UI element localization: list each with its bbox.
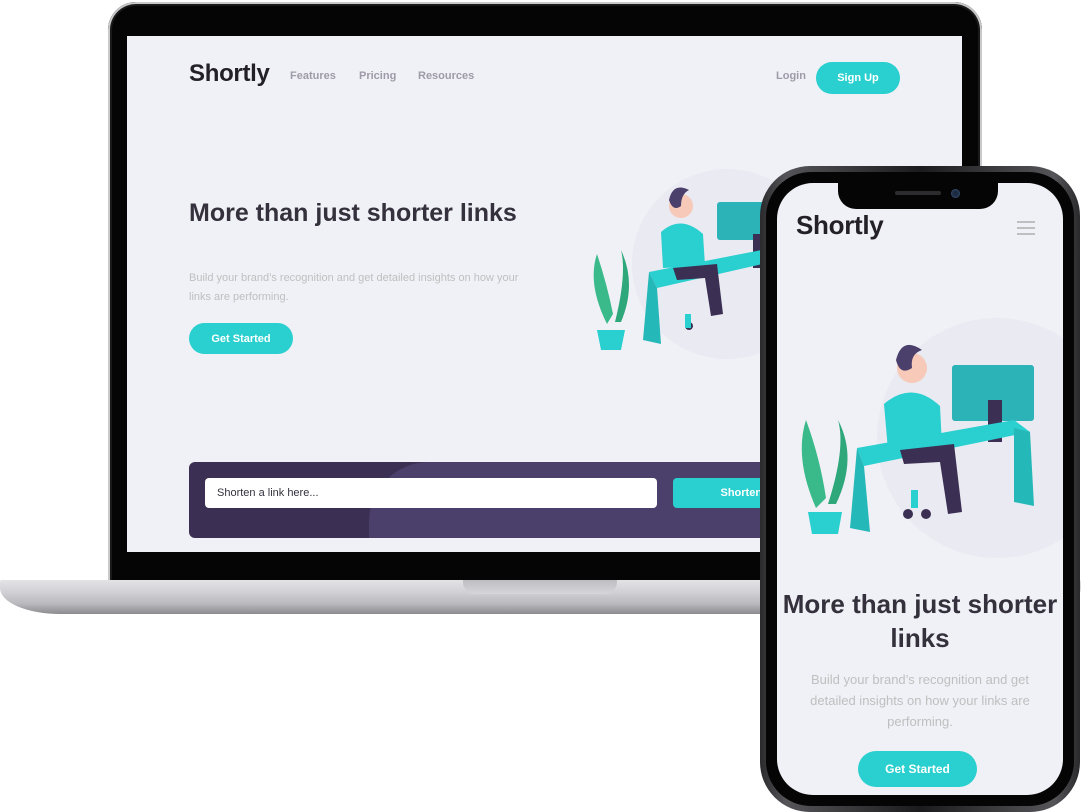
mobile-working-illustration: [801, 318, 1063, 558]
camera-icon: [951, 189, 960, 198]
laptop-notch: [463, 580, 617, 594]
mobile-subtext: Build your brand’s recognition and get d…: [810, 672, 1030, 729]
speaker-icon: [895, 191, 941, 195]
phone-notch: [838, 183, 998, 209]
shorten-input[interactable]: Shorten a link here...: [205, 478, 657, 508]
desktop-get-started-button[interactable]: Get Started: [189, 323, 293, 354]
signup-button[interactable]: Sign Up: [816, 62, 900, 94]
desktop-logo[interactable]: Shortly: [189, 60, 270, 88]
login-link[interactable]: Login: [776, 70, 806, 82]
mobile-get-started-button[interactable]: Get Started: [858, 751, 977, 787]
nav-pricing[interactable]: Pricing: [359, 70, 396, 82]
mobile-logo[interactable]: Shortly: [796, 210, 884, 241]
mobile-screen: Shortly More than just shorter links Bui…: [777, 183, 1063, 795]
mobile-headline: More than just shorter links: [782, 589, 1058, 653]
nav-features[interactable]: Features: [290, 70, 336, 82]
hamburger-menu-icon[interactable]: [1017, 221, 1035, 235]
nav-resources[interactable]: Resources: [418, 70, 474, 82]
desktop-subtext: Build your brand’s recognition and get d…: [189, 272, 519, 303]
desktop-headline: More than just shorter links: [189, 199, 517, 227]
